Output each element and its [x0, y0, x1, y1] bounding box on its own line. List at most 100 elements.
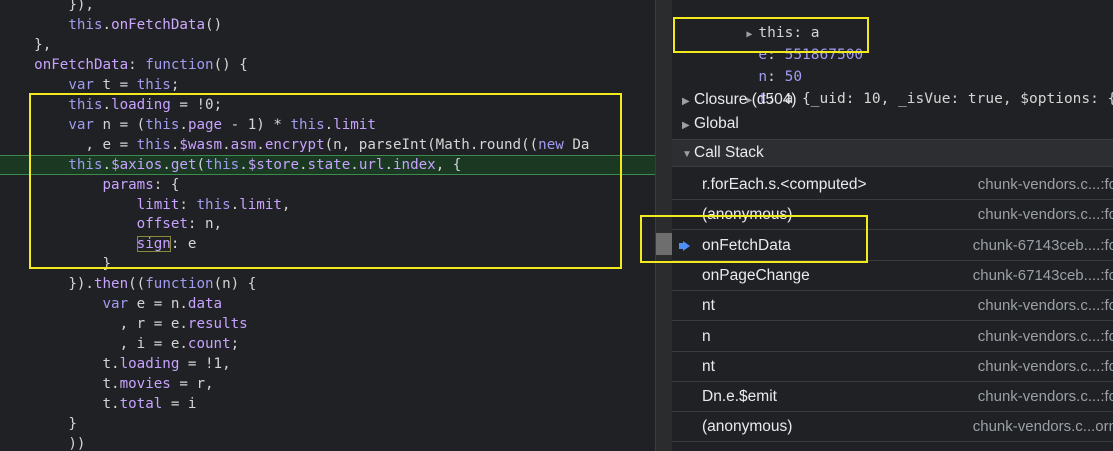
- call-stack-header[interactable]: ▼ Call Stack: [672, 139, 1113, 167]
- call-frame[interactable]: Dn.e.$emit chunk-vendors.c...:fo: [672, 382, 1113, 413]
- code-token: var: [68, 116, 94, 133]
- code-line[interactable]: }).then((function(n) {: [0, 274, 655, 294]
- code-line[interactable]: var n = (this.page - 1) * this.limit: [0, 115, 655, 135]
- code-token: (: [196, 156, 206, 173]
- call-frame-location[interactable]: chunk-vendors.c...:fo: [978, 352, 1113, 382]
- code-token: new: [538, 136, 564, 153]
- code-line[interactable]: , e = this.$wasm.asm.encrypt(n, parseInt…: [0, 135, 655, 155]
- call-frame[interactable]: n chunk-vendors.c...:fo: [672, 322, 1113, 352]
- call-frame[interactable]: nt chunk-vendors.c...:fo: [672, 291, 1113, 322]
- call-frame-function: nt: [702, 297, 715, 315]
- scope-var-n[interactable]: n: 50: [706, 44, 802, 85]
- code-token: movies: [119, 376, 171, 393]
- scope-global[interactable]: ▶ Global: [672, 110, 1113, 138]
- code-line[interactable]: offset: n,: [0, 214, 655, 234]
- code-line[interactable]: , i = e.count;: [0, 334, 655, 354]
- code-token: t.: [0, 376, 120, 393]
- code-line[interactable]: t.loading = !1,: [0, 354, 655, 374]
- scope-closure-label: Closure (d504): [694, 91, 797, 108]
- code-line[interactable]: }: [0, 254, 655, 274]
- code-token: offset: [136, 216, 188, 233]
- code-token: , r = e.: [0, 316, 188, 333]
- expand-arrow-icon[interactable]: ▶: [682, 112, 694, 140]
- code-line[interactable]: var e = n.data: [0, 294, 655, 314]
- call-frame-location[interactable]: chunk-vendors.c...:fo: [978, 382, 1113, 412]
- code-line[interactable]: )): [0, 434, 655, 451]
- code-token: index: [392, 156, 436, 173]
- code-line[interactable]: params: {: [0, 175, 655, 195]
- code-line[interactable]: var t = this;: [0, 75, 655, 95]
- scope-var-this[interactable]: ▶ this: a: [694, 0, 819, 41]
- code-token: .: [179, 116, 188, 133]
- code-token: .: [230, 196, 240, 213]
- code-token: this: [290, 116, 325, 133]
- call-frame-location[interactable]: chunk-vendors.c...orn: [973, 412, 1113, 442]
- call-frame-function: r.forEach.s.<computed>: [702, 176, 867, 193]
- code-token: data: [187, 296, 223, 313]
- code-line[interactable]: limit: this.limit,: [0, 195, 655, 215]
- code-token: loading: [119, 356, 180, 373]
- code-token: ,: [281, 196, 291, 213]
- call-frame-location[interactable]: chunk-67143ceb....:fo: [973, 261, 1113, 291]
- call-frame[interactable]: (anonymous) chunk-vendors.c...:fo: [672, 200, 1113, 231]
- code-token: onFetchData: [34, 56, 129, 73]
- code-token: :: [179, 196, 197, 213]
- source-code-panel[interactable]: }), this.onFetchData() }, onFetchData: f…: [0, 0, 655, 451]
- call-frame-function: n: [702, 327, 711, 345]
- call-frame-location[interactable]: chunk-vendors.c...:fo: [978, 322, 1113, 352]
- call-frame-current[interactable]: onFetchData chunk-67143ceb....:fo: [672, 231, 1113, 261]
- code-line[interactable]: this.loading = !0;: [0, 95, 655, 115]
- code-token: },: [0, 36, 52, 53]
- call-frame[interactable]: r.forEach.s.<computed> chunk-vendors.c...…: [672, 170, 1113, 200]
- scope-var-e[interactable]: e: 551867500: [706, 22, 863, 63]
- scope-var-t[interactable]: ▶ t: a {_uid: 10, _isVue: true, $options:…: [694, 66, 1113, 107]
- code-token: then: [93, 276, 129, 293]
- code-line[interactable]: , r = e.results: [0, 314, 655, 334]
- call-frame-function: (anonymous): [702, 206, 793, 224]
- code-scrollbar-thumb[interactable]: [656, 233, 672, 255]
- code-scrollbar[interactable]: [656, 0, 672, 451]
- call-frame-location[interactable]: chunk-vendors.c...:fo: [978, 170, 1113, 200]
- code-token: url: [358, 156, 385, 173]
- code-token: asm: [230, 136, 257, 153]
- code-token: (): [205, 16, 223, 33]
- code-line[interactable]: this.onFetchData(): [0, 15, 655, 35]
- code-token: limit: [136, 196, 180, 213]
- call-frame[interactable]: nt chunk-vendors.c...:fo: [672, 352, 1113, 382]
- collapse-arrow-icon[interactable]: ▼: [682, 142, 694, 168]
- code-token: var: [68, 76, 94, 93]
- code-token: this: [136, 136, 171, 153]
- code-token: params: [102, 176, 154, 193]
- code-token: $store: [247, 156, 299, 173]
- call-frame-location[interactable]: chunk-67143ceb....:fo: [973, 231, 1113, 261]
- code-line[interactable]: }),: [0, 0, 655, 15]
- code-line[interactable]: }: [0, 414, 655, 434]
- code-line[interactable]: sign: e: [0, 234, 655, 254]
- code-token: e = n.: [128, 296, 188, 313]
- call-frame[interactable]: (anonymous) chunk-vendors.c...orn: [672, 412, 1113, 443]
- code-line[interactable]: },: [0, 35, 655, 55]
- code-line[interactable]: t.movies = r,: [0, 374, 655, 394]
- code-token: t.: [0, 396, 120, 412]
- call-frame[interactable]: onPageChange chunk-67143ceb....:fo: [672, 261, 1113, 291]
- code-token: encrypt: [264, 136, 325, 153]
- call-frame-location[interactable]: chunk-vendors.c...:fo: [978, 200, 1113, 230]
- code-token: }: [0, 256, 112, 273]
- code-line[interactable]: t.total = i: [0, 394, 655, 414]
- code-token: .: [102, 16, 112, 33]
- code-token: : {: [153, 176, 180, 193]
- code-line[interactable]: onFetchData: function() {: [0, 55, 655, 75]
- code-line-current[interactable]: this.$axios.get(this.$store.state.url.in…: [0, 154, 655, 175]
- code-token: = !0;: [170, 96, 223, 113]
- call-frame-location[interactable]: chunk-vendors.c...:fo: [978, 291, 1113, 321]
- code-token: :: [128, 56, 146, 73]
- code-token: .: [222, 136, 231, 153]
- code-token: this: [68, 16, 103, 33]
- call-frame-function: onFetchData: [702, 236, 791, 254]
